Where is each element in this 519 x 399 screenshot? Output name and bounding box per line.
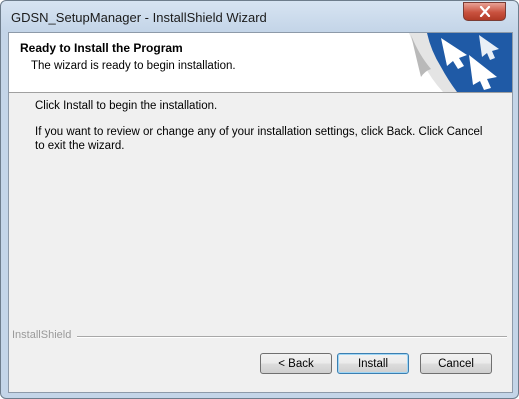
installshield-banner-graphic xyxy=(409,33,512,92)
brand-label: InstallShield xyxy=(12,329,76,341)
page-title: Ready to Install the Program xyxy=(20,41,183,55)
window-title: GDSN_SetupManager - InstallShield Wizard xyxy=(11,10,267,25)
cancel-button[interactable]: Cancel xyxy=(420,353,492,374)
close-icon xyxy=(479,6,490,17)
wizard-window: GDSN_SetupManager - InstallShield Wizard… xyxy=(0,0,519,399)
page-subtitle: The wizard is ready to begin installatio… xyxy=(31,60,236,72)
close-button[interactable] xyxy=(463,2,506,21)
review-text: If you want to review or change any of y… xyxy=(35,126,483,152)
back-button[interactable]: < Back xyxy=(260,353,332,374)
installshield-brand-row: InstallShield xyxy=(9,329,512,342)
wizard-client-area: Ready to Install the Program The wizard … xyxy=(8,32,513,393)
install-button[interactable]: Install xyxy=(337,353,409,374)
instruction-text: Click Install to begin the installation. xyxy=(35,100,218,112)
header-banner: Ready to Install the Program The wizard … xyxy=(9,33,512,93)
divider xyxy=(77,336,507,338)
title-bar[interactable]: GDSN_SetupManager - InstallShield Wizard xyxy=(1,1,518,33)
